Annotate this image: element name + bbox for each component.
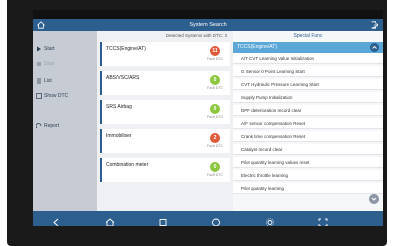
function-item[interactable]: Supply Pump Initialization [233, 92, 383, 103]
function-item[interactable]: Catalyst record clear [233, 144, 383, 155]
sidebar-item-list[interactable]: List [33, 75, 97, 87]
sidebar-item-label: List [44, 78, 52, 84]
special-function-panel: Special Func TCCS(Engine/AT) A/T CVT Lea… [233, 31, 383, 211]
status-bar [33, 10, 383, 211]
dtc-label: Fault DTC [207, 86, 223, 90]
special-function-header: Special Func [293, 33, 323, 39]
sidebar: Start Stop List Show DTC Report [33, 31, 97, 211]
sidebar-item-label: Start [44, 46, 55, 52]
dtc-icon [36, 93, 42, 99]
dtc-count-badge: 0 [210, 75, 220, 85]
system-card-abs[interactable]: ABS/VSC/ARS 0 Fault DTC [100, 71, 230, 95]
title-bar: System Search [33, 19, 383, 31]
sidebar-item-stop[interactable]: Stop [33, 58, 97, 70]
chevron-down-icon[interactable] [369, 194, 379, 204]
dtc-label: Fault DTC [207, 173, 223, 177]
report-icon [36, 123, 42, 129]
chevron-up-icon[interactable] [370, 43, 379, 52]
sidebar-item-label: Report [44, 123, 60, 129]
sidebar-item-start[interactable]: Start [33, 43, 97, 55]
play-icon [37, 46, 41, 52]
detected-systems-text: Detected Systems with DTC: 3 [165, 33, 227, 38]
dtc-count-badge: 11 [210, 46, 220, 56]
system-name: ABS/VSC/ARS [106, 75, 140, 81]
dtc-count-badge: 0 [210, 104, 220, 114]
tablet-device: System Search Start Stop List Show DTC R… [7, 0, 387, 246]
function-item[interactable]: A/F sensor compensation Reset [233, 118, 383, 129]
sidebar-item-show-dtc[interactable]: Show DTC [33, 90, 97, 102]
dtc-label: Fault DTC [207, 115, 223, 119]
status-center [201, 10, 202, 19]
function-item[interactable]: Pilot quantity learning [233, 183, 383, 194]
function-item[interactable]: DPF deterioration record clear [233, 105, 383, 116]
system-name: Combination meter [106, 162, 149, 168]
function-item[interactable]: G Sensor 0 Point Learning Start [233, 66, 383, 77]
function-item[interactable]: A/T CVT Learning Value Initialization [233, 53, 383, 64]
fullscreen-icon[interactable] [318, 214, 328, 226]
dtc-label: Fault DTC [207, 144, 223, 148]
exit-icon[interactable] [370, 21, 378, 29]
system-card-srs[interactable]: SRS Airbag 0 Fault DTC [100, 100, 230, 124]
system-list-panel: Detected Systems with DTC: 3 TCCS(Engine… [97, 31, 233, 211]
function-item[interactable]: Pilot quantity learning values reset [233, 157, 383, 168]
system-name: Immobiliser [106, 133, 132, 139]
function-item[interactable]: Crank time compensation Reset [233, 131, 383, 142]
app-screen: System Search Start Stop List Show DTC R… [33, 10, 383, 226]
bottom-nav-bar [33, 211, 383, 226]
function-item[interactable]: Electric throttle learning [233, 170, 383, 181]
home-icon[interactable] [105, 214, 115, 226]
system-card-tccs[interactable]: TCCS(Engine/AT) 11 Fault DTC [100, 42, 230, 66]
stop-icon [37, 62, 41, 66]
function-group-header[interactable]: TCCS(Engine/AT) [233, 42, 383, 53]
function-group-title: TCCS(Engine/AT) [237, 44, 277, 50]
system-name: SRS Airbag [106, 104, 132, 110]
back-icon[interactable] [51, 214, 61, 226]
sidebar-item-label: Stop [44, 61, 55, 67]
dtc-count-badge: 0 [210, 162, 220, 172]
dtc-count-badge: 2 [210, 133, 220, 143]
page-title: System Search [189, 22, 227, 28]
status-left [37, 10, 38, 19]
list-icon [37, 78, 41, 84]
dtc-label: Fault DTC [207, 57, 223, 61]
sidebar-item-label: Show DTC [44, 93, 69, 99]
settings-icon[interactable] [265, 214, 275, 226]
sidebar-item-report[interactable]: Report [33, 120, 97, 132]
function-item[interactable]: CVT Hydraulic Pressure Learning Start [233, 79, 383, 90]
browser-icon[interactable] [211, 214, 221, 226]
system-card-immobiliser[interactable]: Immobiliser 2 Fault DTC [100, 129, 230, 153]
system-name: TCCS(Engine/AT) [106, 46, 146, 52]
system-card-combination-meter[interactable]: Combination meter 0 Fault DTC [100, 158, 230, 182]
recent-apps-icon[interactable] [158, 214, 168, 226]
